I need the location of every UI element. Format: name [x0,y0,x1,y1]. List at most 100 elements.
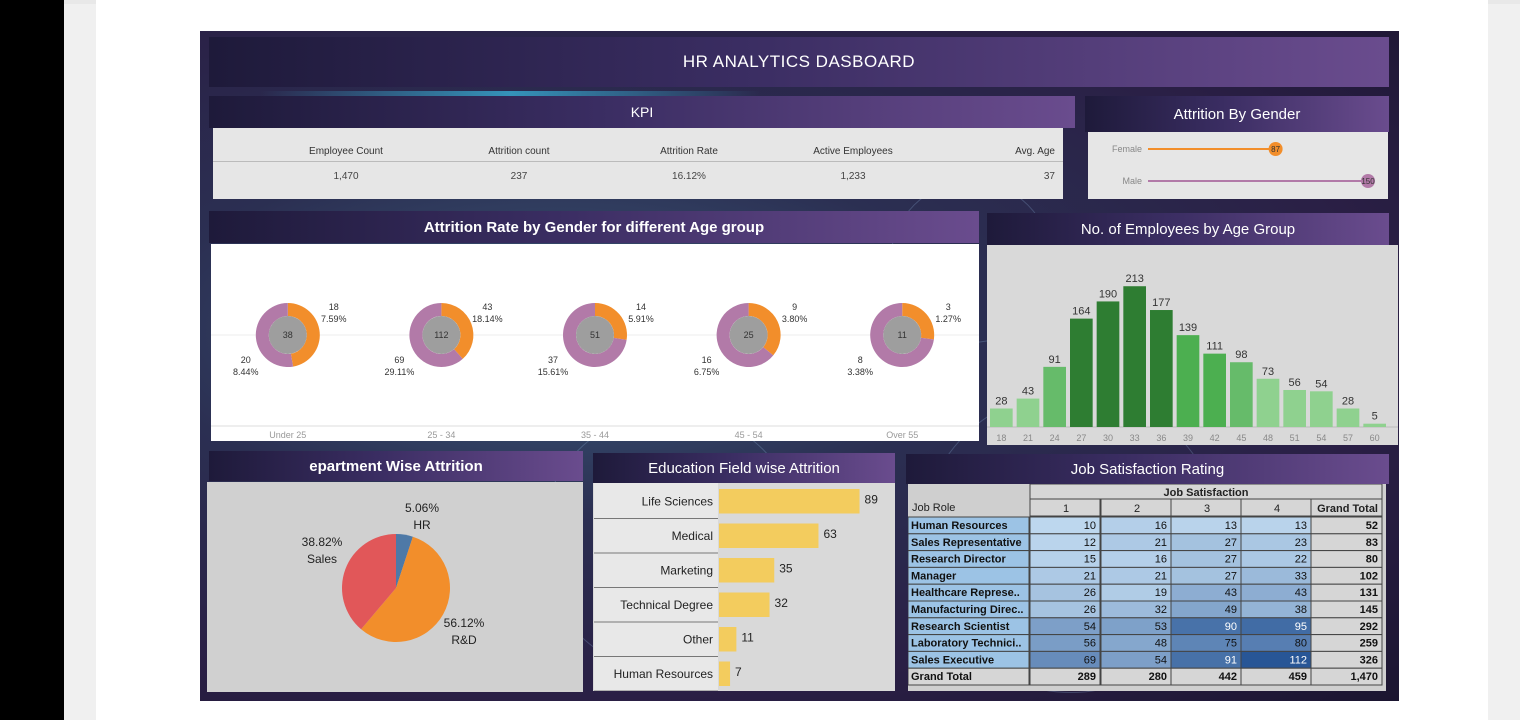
donut-female-pct: 1.27% [935,314,961,324]
hist-bar [1256,378,1280,427]
hist-data-label: 213 [1125,273,1143,285]
donut-male-count: 20 [241,355,251,365]
hist-bar [1016,398,1040,427]
donut-male-pct: 15.61% [538,367,569,377]
hist-bar [1336,408,1360,427]
donut-female-count: 9 [792,302,797,312]
job-heat-value: 38 [1295,604,1307,616]
donut-female-pct: 5.91% [628,314,654,324]
dept-name-label: Sales [307,552,337,566]
kpi-value: 237 [510,171,528,182]
dept-name-label: HR [413,518,431,532]
job-grand-total-label: Grand Total [911,671,972,683]
gender-data-label: 87 [1271,145,1280,154]
hist-tick-label: 54 [1316,433,1326,443]
edu-category-label: Life Sciences [642,494,713,508]
job-heat-value: 32 [1155,604,1167,616]
dept-panel: 5.06% HR 56.12% R&D 38.82% Sales [207,482,583,692]
gender-axis-label: Male [1122,176,1142,186]
job-role-label: Human Resources [911,520,1008,532]
job-grand-total-value: 289 [1078,671,1096,683]
hist-data-label: 28 [1342,395,1354,407]
hist-data-label: 111 [1206,341,1223,353]
job-col-header: Grand Total [1317,503,1378,515]
job-heat-value: 27 [1225,537,1237,549]
job-heat-value: 69 [1084,654,1096,666]
edu-category-label: Human Resources [614,667,713,681]
job-col-header: 2 [1134,503,1140,515]
job-total-value: 80 [1366,554,1378,566]
job-heat-value: 16 [1155,520,1167,532]
job-heat-value: 15 [1084,554,1096,566]
job-total-value: 145 [1360,604,1378,616]
job-heat-value: 54 [1155,654,1167,666]
dept-pct-label: 5.06% [405,501,439,515]
job-group-header: Job Satisfaction [1164,487,1249,499]
job-heat-value: 33 [1295,570,1307,582]
job-heat-value: 91 [1225,654,1237,666]
gender-axis-label: Female [1112,144,1142,154]
job-total-value: 326 [1360,654,1378,666]
job-total-value: 259 [1360,638,1378,650]
job-heat-value: 21 [1155,537,1167,549]
donut-female-count: 18 [329,302,339,312]
donut-total-label: 25 [744,330,754,340]
job-total-value: 102 [1360,570,1378,582]
hist-tick-label: 39 [1183,433,1193,443]
job-total-value: 131 [1360,587,1378,599]
job-total-value: 83 [1366,537,1378,549]
job-total-value: 52 [1366,520,1378,532]
hist-data-label: 190 [1099,288,1117,300]
job-heat-value: 10 [1084,520,1096,532]
hist-bar [1310,391,1333,427]
donut-total-label: 112 [434,330,448,340]
job-heat-value: 27 [1225,570,1237,582]
kpi-value: 16.12% [672,171,706,182]
job-heat-value: 53 [1155,621,1167,633]
job-role-label: Sales Representative [911,537,1022,549]
donut-female-count: 14 [636,302,646,312]
age-gender-chart: 38187.59%208.44%Under 251124318.14%6929.… [211,302,979,440]
hist-tick-label: 42 [1210,433,1220,443]
hist-tick-label: 36 [1156,433,1166,443]
donut-male-count: 69 [394,355,404,365]
hist-data-label: 5 [1372,411,1378,423]
kpi-label: Attrition Rate [660,146,718,157]
dept-chart: 5.06% HR 56.12% R&D 38.82% Sales [302,501,485,647]
edu-data-label: 7 [735,665,742,679]
job-panel: Job Satisfaction Job Role 1 2 3 4 Grand Total H… [907,483,1386,691]
job-heat-value: 12 [1084,537,1096,549]
job-heat-value: 26 [1084,587,1096,599]
donut-category-label: Under 25 [269,430,306,440]
donut-male-count: 8 [858,355,863,365]
donut-category-label: 45 - 54 [735,430,763,440]
job-grand-total-value: 442 [1219,671,1237,683]
job-heat-value: 43 [1225,587,1237,599]
edu-data-label: 63 [823,527,837,541]
edu-panel: Life Sciences 89 Medical 63 Marketing 35 Techn… [593,483,895,692]
job-heat-value: 27 [1225,554,1237,566]
job-heat-value: 43 [1295,587,1307,599]
job-role-label: Healthcare Represe.. [911,587,1020,599]
job-role-label: Laboratory Technici.. [911,638,1021,650]
edu-title: Education Field wise Attrition [593,453,895,483]
job-col-header: 4 [1274,503,1280,515]
donut-female-pct: 18.14% [472,314,503,324]
donut-total-label: 51 [590,330,600,340]
donut-female-pct: 3.80% [782,314,808,324]
hist-tick-label: 27 [1076,433,1086,443]
age-gender-title: Attrition Rate by Gender for different A… [209,211,979,243]
kpi-label: Avg. Age [1015,146,1055,157]
job-role-label: Manager [911,570,957,582]
job-col-header: 1 [1063,503,1069,515]
job-heat-value: 49 [1225,604,1237,616]
donut-male-count: 16 [702,355,712,365]
dept-pct-label: 56.12% [444,616,485,630]
age-hist-chart: 28 18 43 21 91 24 164 27 190 30 213 33 177 36 139 39 111… [987,273,1398,443]
job-heat-value: 13 [1225,520,1237,532]
hist-data-label: 98 [1235,349,1247,361]
gender-panel: Female 87 Male 150 [1088,132,1388,199]
job-heat-value: 54 [1084,621,1096,633]
donut-total-label: 11 [898,330,907,340]
hist-data-label: 139 [1179,322,1197,334]
